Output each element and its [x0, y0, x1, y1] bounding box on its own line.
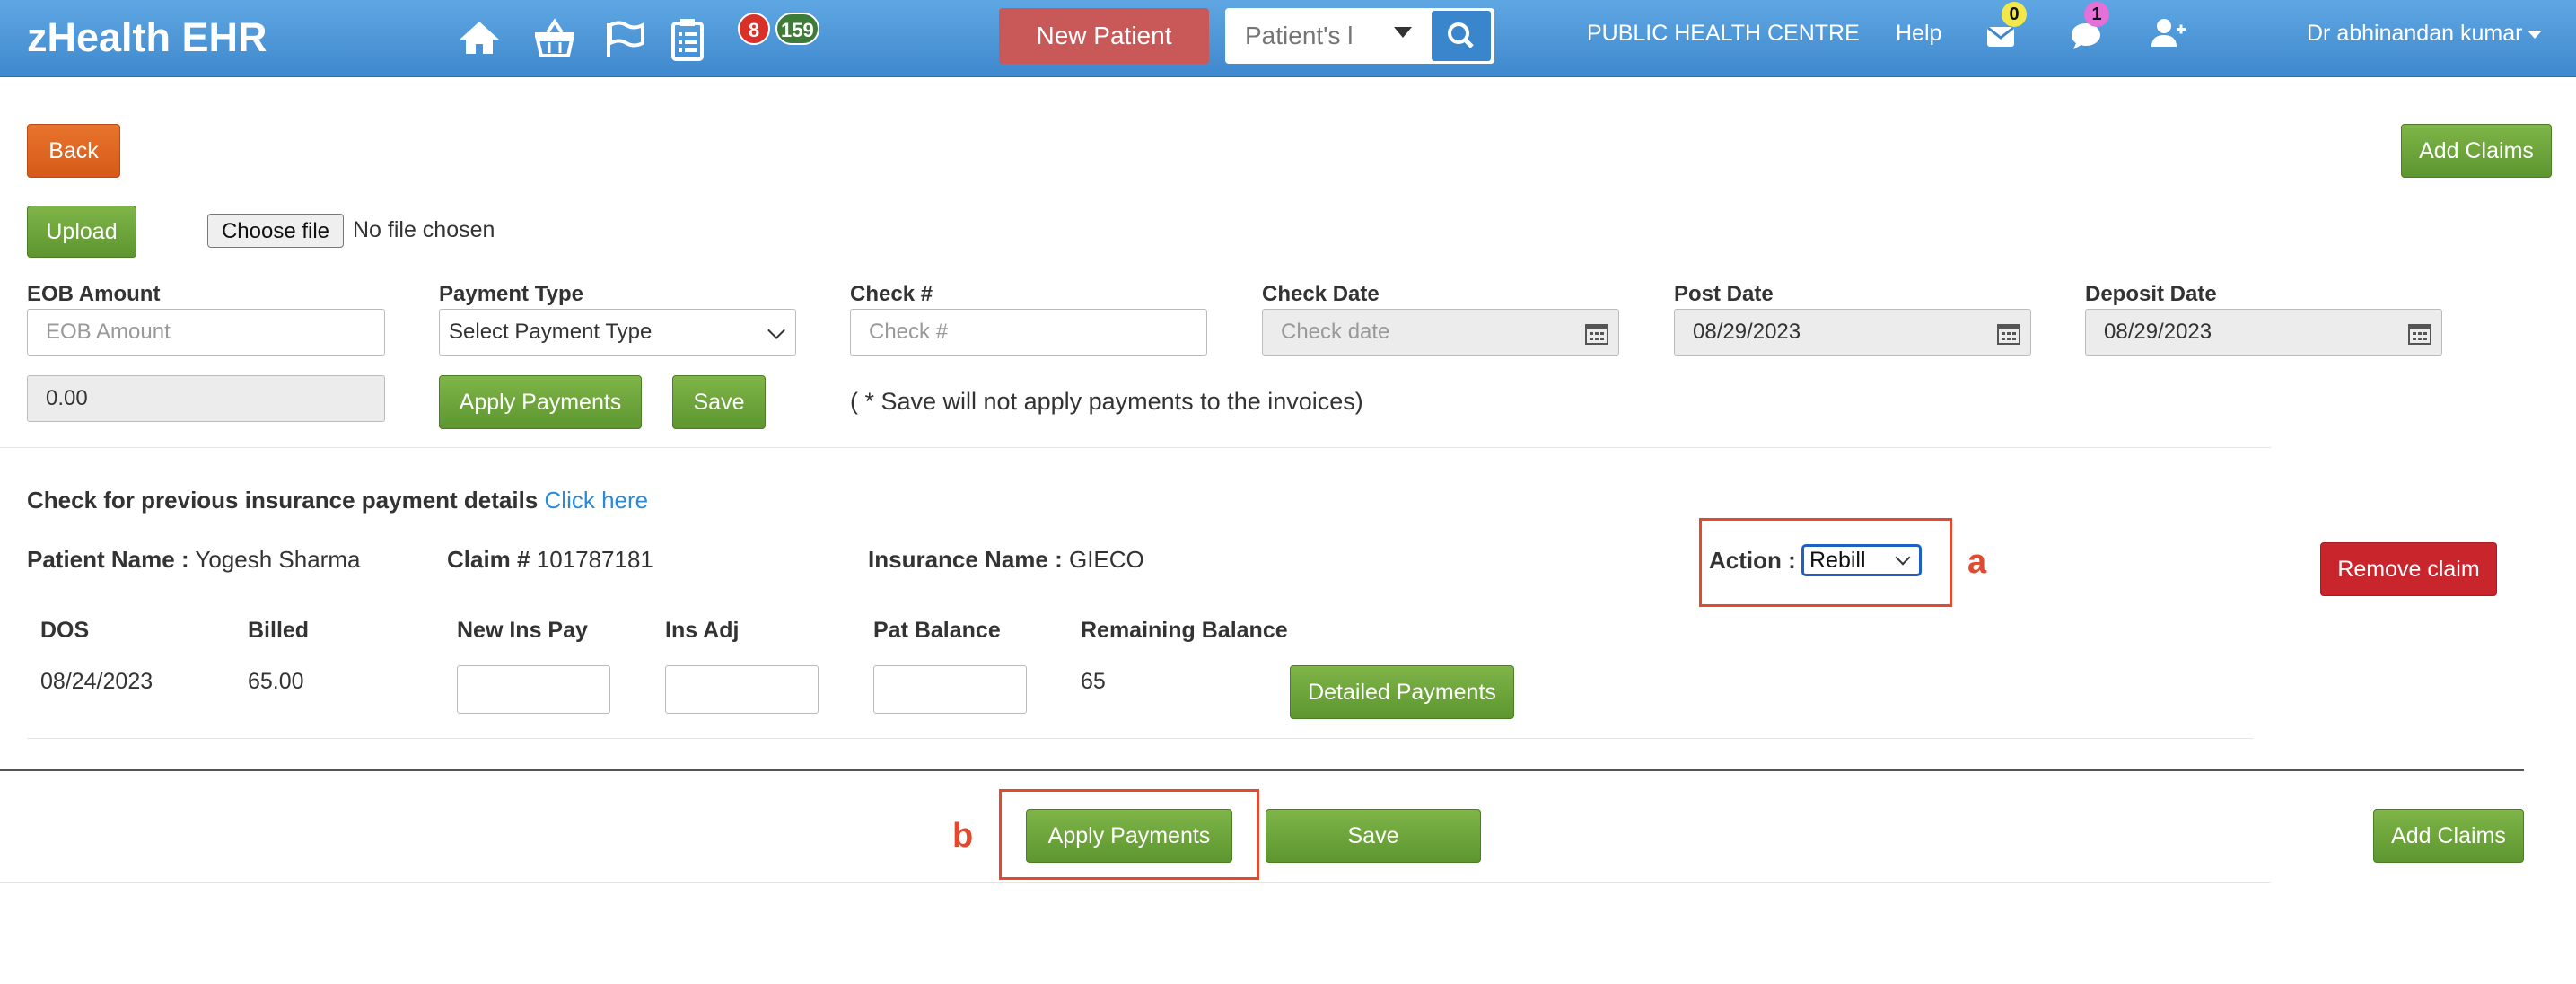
- pat-balance-input[interactable]: [873, 665, 1027, 714]
- alerts-badge[interactable]: 8: [738, 13, 770, 45]
- patient-name-value: Yogesh Sharma: [195, 546, 361, 573]
- check-number-label: Check #: [850, 282, 933, 306]
- ins-adj-input[interactable]: [665, 665, 819, 714]
- patient-name-field: Patient Name : Yogesh Sharma: [27, 546, 360, 574]
- save-note: ( * Save will not apply payments to the …: [850, 388, 1363, 415]
- claim-number-label: Claim #: [447, 546, 530, 573]
- save-button-top[interactable]: Save: [672, 375, 766, 429]
- previous-payment-row: Check for previous insurance payment det…: [27, 487, 648, 514]
- deposit-date-label: Deposit Date: [2085, 282, 2217, 306]
- app-brand[interactable]: zHealth EHR: [27, 7, 267, 68]
- payment-type-label: Payment Type: [439, 282, 583, 306]
- apply-payments-button-top[interactable]: Apply Payments: [439, 375, 642, 429]
- annotation-box-b: [999, 789, 1259, 880]
- chevron-down-icon: [2528, 30, 2543, 39]
- claim-number-field: Claim # 101787181: [447, 546, 653, 574]
- add-claims-button-top[interactable]: Add Claims: [2401, 124, 2552, 178]
- mail-count-badge: 0: [2002, 2, 2027, 27]
- help-link[interactable]: Help: [1896, 0, 1941, 66]
- patient-name-label: Patient Name :: [27, 546, 189, 573]
- col-new-ins-pay: New Ins Pay: [457, 618, 588, 643]
- section-divider: [0, 769, 2524, 771]
- back-button[interactable]: Back: [27, 124, 120, 178]
- search-button[interactable]: [1432, 11, 1491, 61]
- payment-type-value: Select Payment Type: [449, 320, 653, 344]
- basket-icon[interactable]: [530, 13, 580, 63]
- chevron-down-icon: [767, 321, 785, 339]
- chevron-down-icon[interactable]: [1394, 27, 1412, 38]
- post-date-label: Post Date: [1674, 282, 1774, 306]
- cell-dos: 08/24/2023: [40, 669, 153, 694]
- divider: [27, 738, 2253, 739]
- check-date-input[interactable]: Check date: [1262, 309, 1619, 356]
- patient-search-input[interactable]: [1243, 14, 1390, 57]
- deposit-date-input[interactable]: 08/29/2023: [2085, 309, 2442, 356]
- check-date-label: Check Date: [1262, 282, 1380, 306]
- deposit-date-value: 08/29/2023: [2104, 320, 2212, 344]
- col-ins-adj: Ins Adj: [665, 618, 740, 643]
- upload-button[interactable]: Upload: [27, 206, 136, 258]
- eob-total-field: 0.00: [27, 375, 385, 422]
- divider: [0, 882, 2271, 883]
- post-date-value: 08/29/2023: [1693, 320, 1801, 344]
- save-button-bottom[interactable]: Save: [1266, 809, 1481, 863]
- check-date-placeholder: Check date: [1281, 320, 1390, 344]
- new-ins-pay-input[interactable]: [457, 665, 610, 714]
- col-dos: DOS: [40, 618, 90, 643]
- flag-icon[interactable]: [600, 13, 650, 63]
- user-menu[interactable]: Dr abhinandan kumar: [2307, 0, 2543, 66]
- chat-count-badge: 1: [2084, 2, 2109, 27]
- user-name: Dr abhinandan kumar: [2307, 21, 2523, 46]
- check-number-input[interactable]: Check #: [850, 309, 1207, 356]
- col-pat-balance: Pat Balance: [873, 618, 1001, 643]
- post-date-input[interactable]: 08/29/2023: [1674, 309, 2031, 356]
- cell-billed: 65.00: [248, 669, 304, 694]
- annotation-box-a: [1699, 518, 1952, 607]
- add-user-icon[interactable]: [2151, 16, 2186, 48]
- calendar-icon[interactable]: [1584, 321, 1609, 346]
- divider: [0, 447, 2271, 448]
- click-here-link[interactable]: Click here: [545, 487, 649, 514]
- add-claims-button-bottom[interactable]: Add Claims: [2373, 809, 2524, 863]
- remove-claim-button[interactable]: Remove claim: [2320, 542, 2497, 596]
- col-remaining-balance: Remaining Balance: [1081, 618, 1288, 643]
- payment-type-select[interactable]: Select Payment Type: [439, 309, 796, 356]
- col-billed: Billed: [248, 618, 310, 643]
- facility-name[interactable]: PUBLIC HEALTH CENTRE: [1587, 0, 1860, 66]
- insurance-name-field: Insurance Name : GIECO: [868, 546, 1144, 574]
- annotation-label-b: b: [952, 817, 974, 855]
- insurance-name-value: GIECO: [1068, 546, 1144, 573]
- calendar-icon[interactable]: [2407, 321, 2432, 346]
- clipboard-icon[interactable]: [662, 13, 713, 63]
- insurance-name-label: Insurance Name :: [868, 546, 1063, 573]
- search-icon: [1448, 22, 1474, 48]
- choose-file-button[interactable]: Choose file: [207, 214, 344, 248]
- home-icon[interactable]: [454, 13, 504, 63]
- detailed-payments-button[interactable]: Detailed Payments: [1290, 665, 1514, 719]
- new-patient-button[interactable]: New Patient: [999, 8, 1209, 64]
- cell-remaining: 65: [1081, 669, 1106, 694]
- eob-amount-input[interactable]: EOB Amount: [27, 309, 385, 356]
- tasks-badge[interactable]: 159: [775, 13, 819, 45]
- previous-payment-text: Check for previous insurance payment det…: [27, 487, 539, 514]
- eob-amount-label: EOB Amount: [27, 282, 161, 306]
- file-status-text: No file chosen: [353, 217, 495, 242]
- annotation-label-a: a: [1967, 543, 1987, 581]
- calendar-icon[interactable]: [1996, 321, 2021, 346]
- claim-number-value: 101787181: [536, 546, 653, 573]
